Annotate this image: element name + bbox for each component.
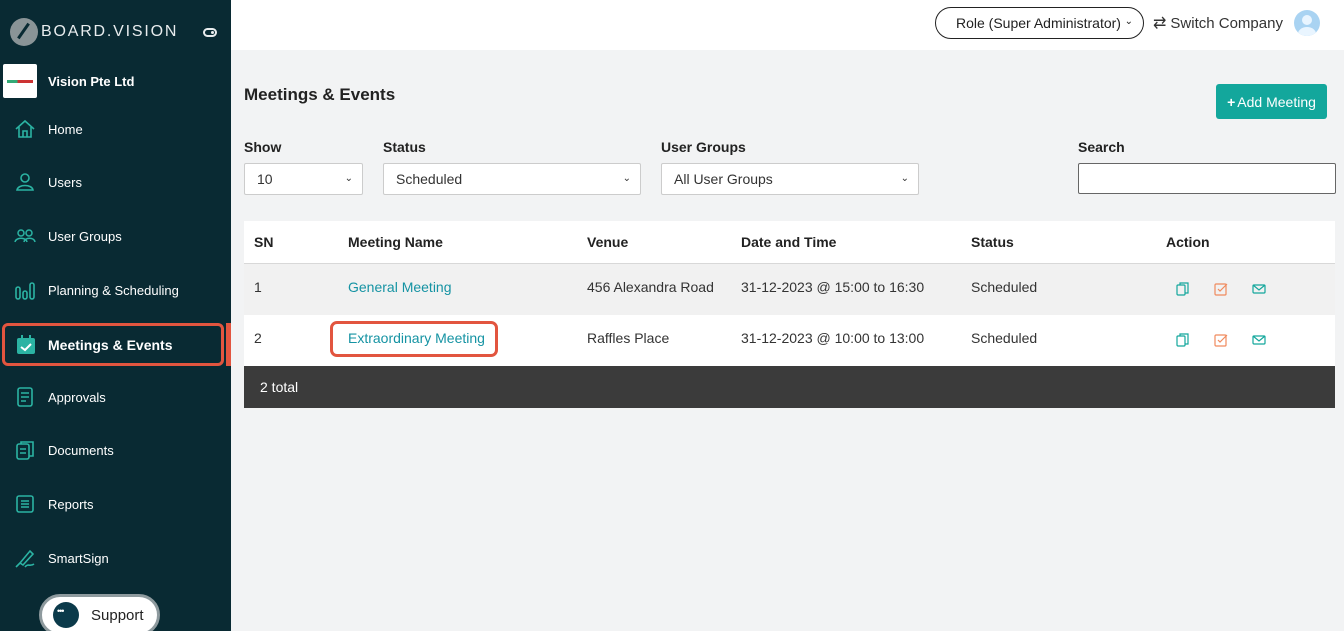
page-title: Meetings & Events: [244, 85, 396, 104]
sidebar-item-users[interactable]: Users: [0, 162, 231, 202]
sidebar-item-label: Users: [48, 174, 82, 190]
report-icon: [14, 493, 36, 515]
show-select[interactable]: 10 ⌄: [244, 163, 363, 195]
table-row: 2 Extraordinary Meeting Raffles Place 31…: [244, 315, 1335, 366]
chevron-down-icon: ⌄: [1124, 16, 1133, 27]
plus-icon: +: [1227, 93, 1236, 110]
sidebar-item-home[interactable]: Home: [0, 109, 231, 149]
switch-company-label: Switch Company: [1170, 14, 1283, 32]
row-datetime: 31-12-2023 @ 15:00 to 16:30: [741, 279, 925, 295]
avatar[interactable]: [1294, 10, 1320, 36]
row-status: Scheduled: [971, 279, 1038, 295]
support-button[interactable]: Support: [39, 594, 160, 631]
sidebar-item-documents[interactable]: Documents: [0, 430, 231, 470]
search-label: Search: [1078, 139, 1125, 155]
row-venue: 456 Alexandra Road: [587, 279, 714, 295]
company-logo: [3, 64, 37, 98]
topbar: Role (Super Administrator) ⌄ ⇄ Switch Co…: [231, 0, 1344, 50]
column-header-status: Status: [971, 234, 1014, 250]
column-header-date-time: Date and Time: [741, 234, 837, 250]
row-venue: Raffles Place: [587, 330, 670, 346]
status-select[interactable]: Scheduled ⌄: [383, 163, 641, 195]
user-groups-label: User Groups: [661, 139, 746, 155]
chat-icon: [53, 602, 79, 628]
home-icon: [14, 118, 36, 140]
sidebar-item-label: Home: [48, 121, 83, 137]
sidebar-item-label: Planning & Scheduling: [48, 282, 179, 298]
documents-icon: [14, 439, 36, 461]
brand-name: BOARD.VISION: [41, 23, 179, 40]
add-meeting-button[interactable]: + Add Meeting: [1216, 84, 1327, 119]
active-indicator: [226, 323, 231, 366]
calendar-check-icon: [15, 334, 37, 356]
row-sn: 1: [254, 279, 262, 295]
sidebar-item-label: User Groups: [48, 228, 122, 244]
document-check-icon: [14, 386, 36, 408]
sidebar-item-label: Documents: [48, 442, 114, 458]
edit-check-icon[interactable]: [1214, 333, 1228, 347]
sidebar-item-label: Meetings & Events: [48, 336, 173, 353]
show-label: Show: [244, 139, 282, 155]
email-icon[interactable]: [1252, 282, 1266, 296]
column-header-meeting-name: Meeting Name: [348, 234, 443, 250]
table-row: 1 General Meeting 456 Alexandra Road 31-…: [244, 264, 1335, 315]
sidebar: BOARD.VISION Vision Pte Ltd Home Users U…: [0, 0, 231, 631]
sidebar-item-smartsign[interactable]: SmartSign: [0, 538, 231, 578]
switch-company-button[interactable]: ⇄ Switch Company: [1153, 13, 1283, 33]
sidebar-toggle-icon[interactable]: [203, 28, 217, 37]
row-datetime: 31-12-2023 @ 10:00 to 13:00: [741, 330, 925, 346]
chevron-down-icon: ⌄: [900, 173, 909, 184]
sidebar-item-planning-scheduling[interactable]: Planning & Scheduling: [0, 270, 231, 310]
email-icon[interactable]: [1252, 333, 1266, 347]
status-label: Status: [383, 139, 426, 155]
status-value: Scheduled: [396, 171, 463, 187]
sidebar-item-label: SmartSign: [48, 550, 109, 566]
role-select[interactable]: Role (Super Administrator) ⌄: [935, 7, 1144, 39]
column-header-action: Action: [1166, 234, 1210, 250]
copy-icon[interactable]: [1176, 282, 1190, 296]
sidebar-item-reports[interactable]: Reports: [0, 484, 231, 524]
bar-chart-icon: [14, 279, 36, 301]
sidebar-item-label: Reports: [48, 496, 94, 512]
sidebar-item-label: Approvals: [48, 389, 106, 405]
copy-icon[interactable]: [1176, 333, 1190, 347]
show-value: 10: [257, 171, 273, 187]
user-groups-value: All User Groups: [674, 171, 773, 187]
table-header: SN Meeting Name Venue Date and Time Stat…: [244, 221, 1335, 264]
brand-logo-icon: [10, 18, 38, 46]
meetings-table: SN Meeting Name Venue Date and Time Stat…: [244, 221, 1335, 408]
meeting-name-link[interactable]: General Meeting: [348, 279, 452, 295]
sidebar-item-approvals[interactable]: Approvals: [0, 377, 231, 417]
user-icon: [14, 171, 36, 193]
search-input[interactable]: [1078, 163, 1336, 194]
brand[interactable]: BOARD.VISION: [10, 18, 178, 46]
meeting-name-link[interactable]: Extraordinary Meeting: [348, 330, 485, 346]
company-name: Vision Pte Ltd: [48, 73, 135, 89]
signature-icon: [14, 547, 36, 569]
row-sn: 2: [254, 330, 262, 346]
user-groups-select[interactable]: All User Groups ⌄: [661, 163, 919, 195]
swap-icon: ⇄: [1153, 15, 1167, 32]
chevron-down-icon: ⌄: [344, 173, 353, 184]
total-count: 2 total: [260, 379, 299, 395]
column-header-sn: SN: [254, 234, 274, 250]
user-groups-icon: [14, 225, 36, 247]
row-status: Scheduled: [971, 330, 1038, 346]
role-label: Role (Super Administrator): [956, 15, 1121, 31]
add-meeting-label: Add Meeting: [1237, 93, 1316, 110]
edit-check-icon[interactable]: [1214, 282, 1228, 296]
company-switcher[interactable]: Vision Pte Ltd: [3, 64, 134, 98]
support-label: Support: [91, 606, 144, 624]
column-header-venue: Venue: [587, 234, 629, 250]
table-footer: 2 total: [244, 366, 1335, 408]
sidebar-item-meetings-events[interactable]: Meetings & Events: [2, 323, 224, 366]
chevron-down-icon: ⌄: [622, 173, 631, 184]
sidebar-item-user-groups[interactable]: User Groups: [0, 216, 231, 256]
